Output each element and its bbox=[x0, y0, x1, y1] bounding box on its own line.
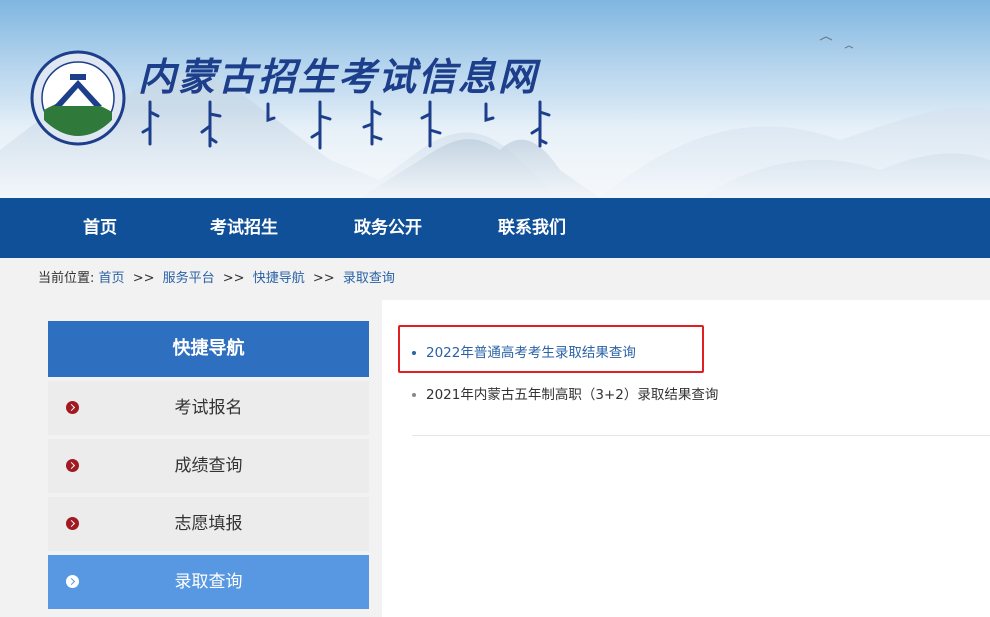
main-panel: 2022年普通高考考生录取结果查询 2021年内蒙古五年制高职（3+2）录取结果… bbox=[382, 300, 990, 617]
list-dot-icon bbox=[412, 351, 416, 355]
nav-exam-enrollment[interactable]: 考试招生 bbox=[200, 198, 288, 258]
breadcrumb-service-platform[interactable]: 服务平台 bbox=[163, 271, 215, 286]
mongolian-script-title bbox=[141, 100, 551, 150]
list-dot-icon bbox=[412, 393, 416, 397]
sidebar-item-label: 考试报名 bbox=[174, 398, 243, 418]
breadcrumb-quick-nav[interactable]: 快捷导航 bbox=[253, 271, 305, 286]
sidebar-item-application-filling[interactable]: 志愿填报 bbox=[48, 497, 369, 551]
nav-government-affairs[interactable]: 政务公开 bbox=[288, 198, 488, 258]
chevron-right-icon bbox=[66, 517, 79, 530]
list-item-2021-vocational[interactable]: 2021年内蒙古五年制高职（3+2）录取结果查询 bbox=[412, 382, 718, 424]
breadcrumb: 当前位置: 首页 >> 服务平台 >> 快捷导航 >> 录取查询 bbox=[0, 258, 990, 300]
main-nav: 首页 考试招生 政务公开 联系我们 bbox=[0, 198, 990, 258]
list-item-label: 2022年普通高考考生录取结果查询 bbox=[426, 345, 636, 361]
breadcrumb-home[interactable]: 首页 bbox=[99, 271, 125, 286]
list-item-2022-admission[interactable]: 2022年普通高考考生录取结果查询 bbox=[412, 340, 718, 382]
nav-contact-us[interactable]: 联系我们 bbox=[488, 198, 576, 258]
chevron-right-icon bbox=[66, 459, 79, 472]
content-area: 快捷导航 考试报名 成绩查询 志愿填报 录取查询 2022年普通高考考生录取结果… bbox=[0, 300, 990, 617]
chevron-right-icon bbox=[66, 575, 79, 588]
result-list: 2022年普通高考考生录取结果查询 2021年内蒙古五年制高职（3+2）录取结果… bbox=[412, 340, 718, 424]
chevron-right-icon bbox=[66, 401, 79, 414]
site-banner: 内蒙古招生考试信息网 bbox=[0, 0, 990, 198]
site-title: 内蒙古招生考试信息网 bbox=[138, 54, 539, 99]
sidebar-item-label: 成绩查询 bbox=[174, 456, 243, 476]
sidebar-item-label: 录取查询 bbox=[174, 572, 243, 592]
sidebar: 快捷导航 考试报名 成绩查询 志愿填报 录取查询 bbox=[48, 321, 369, 613]
logo-emblem[interactable] bbox=[30, 50, 126, 146]
sidebar-item-admission-query[interactable]: 录取查询 bbox=[48, 555, 369, 609]
list-divider bbox=[412, 435, 990, 436]
breadcrumb-separator: >> bbox=[222, 271, 245, 286]
nav-home[interactable]: 首页 bbox=[0, 198, 200, 258]
breadcrumb-admission-query[interactable]: 录取查询 bbox=[343, 271, 395, 286]
sidebar-header: 快捷导航 bbox=[48, 321, 369, 377]
sidebar-item-score-query[interactable]: 成绩查询 bbox=[48, 439, 369, 493]
list-item-label: 2021年内蒙古五年制高职（3+2）录取结果查询 bbox=[426, 387, 719, 403]
breadcrumb-separator: >> bbox=[132, 271, 155, 286]
sidebar-item-label: 志愿填报 bbox=[174, 514, 243, 534]
sidebar-item-exam-registration[interactable]: 考试报名 bbox=[48, 381, 369, 435]
breadcrumb-label: 当前位置: bbox=[38, 271, 95, 286]
breadcrumb-separator: >> bbox=[312, 271, 335, 286]
